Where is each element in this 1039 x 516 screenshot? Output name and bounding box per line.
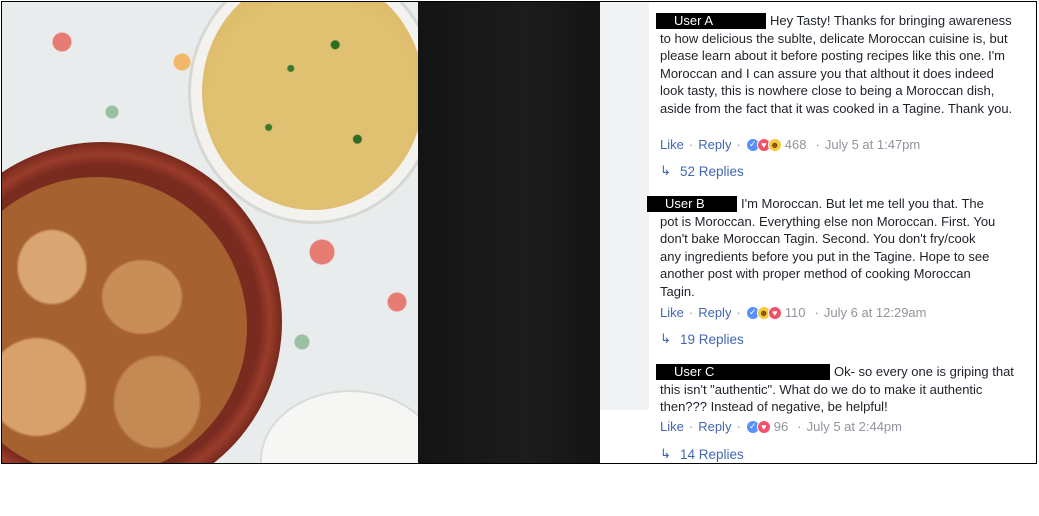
comment-timestamp[interactable]: July 5 at 2:44pm	[807, 419, 902, 434]
reply-arrow-icon: ↳	[660, 331, 671, 346]
separator: ·	[814, 305, 819, 320]
comment-author[interactable]: User B	[647, 196, 737, 212]
panel-edge	[600, 2, 649, 410]
comments-panel: User A Hey Tasty! Thanks for bringing awa…	[600, 2, 1036, 463]
separator: ·	[815, 137, 820, 152]
separator: ·	[688, 305, 694, 320]
screenshot-frame: User A Hey Tasty! Thanks for bringing awa…	[1, 1, 1037, 464]
comment-1: User A Hey Tasty! Thanks for bringing awa…	[656, 12, 1015, 118]
reply-button[interactable]: Reply	[698, 419, 731, 434]
side-bowl	[260, 390, 418, 463]
reaction-count: 110	[784, 305, 806, 320]
comment-2: User B I'm Moroccan. But let me tell you …	[647, 195, 1000, 301]
comment-timestamp[interactable]: July 6 at 12:29am	[824, 305, 927, 320]
view-replies-link[interactable]: ↳ 52 Replies	[660, 163, 744, 179]
comment-author[interactable]: User C	[656, 364, 830, 380]
reaction-count: 468	[784, 137, 807, 152]
separator: ·	[797, 419, 802, 434]
haha-icon: ☻	[767, 137, 782, 152]
reply-arrow-icon: ↳	[660, 163, 671, 178]
comment-timestamp[interactable]: July 5 at 1:47pm	[825, 137, 920, 152]
reply-button[interactable]: Reply	[698, 305, 731, 320]
comment-author[interactable]: User A	[656, 13, 766, 29]
view-replies-link[interactable]: ↳ 19 Replies	[660, 331, 744, 347]
reactions[interactable]: ✓ ♥ ☻ 468	[745, 137, 807, 152]
reaction-count: 96	[773, 419, 789, 434]
love-icon: ♥	[756, 419, 771, 434]
replies-label[interactable]: 14 Replies	[680, 447, 744, 462]
food-photo	[2, 2, 418, 463]
reply-arrow-icon: ↳	[660, 446, 671, 461]
love-icon: ♥	[767, 305, 782, 320]
separator: ·	[736, 305, 741, 320]
replies-label[interactable]: 19 Replies	[680, 332, 744, 347]
reactions[interactable]: ✓ ☻ ♥ 110	[745, 305, 806, 320]
replies-label[interactable]: 52 Replies	[680, 164, 744, 179]
separator: ·	[736, 137, 741, 152]
reply-button[interactable]: Reply	[698, 137, 731, 152]
comment-1-actions: Like · Reply · ✓ ♥ ☻ 468 · July 5 at 1:4…	[660, 137, 920, 152]
like-button[interactable]: Like	[660, 137, 684, 152]
like-button[interactable]: Like	[660, 305, 684, 320]
separator: ·	[736, 419, 741, 434]
like-button[interactable]: Like	[660, 419, 684, 434]
dark-background	[418, 2, 600, 463]
separator: ·	[688, 419, 694, 434]
reactions[interactable]: ✓ ♥ 96	[745, 419, 789, 434]
view-replies-link[interactable]: ↳ 14 Replies	[660, 446, 744, 462]
comment-3: User C Ok- so every one is griping that t…	[656, 363, 1015, 416]
comment-2-actions: Like · Reply · ✓ ☻ ♥ 110 · July 6 at 12:…	[660, 305, 927, 320]
separator: ·	[688, 137, 694, 152]
comment-3-actions: Like · Reply · ✓ ♥ 96 · July 5 at 2:44pm	[660, 419, 902, 434]
